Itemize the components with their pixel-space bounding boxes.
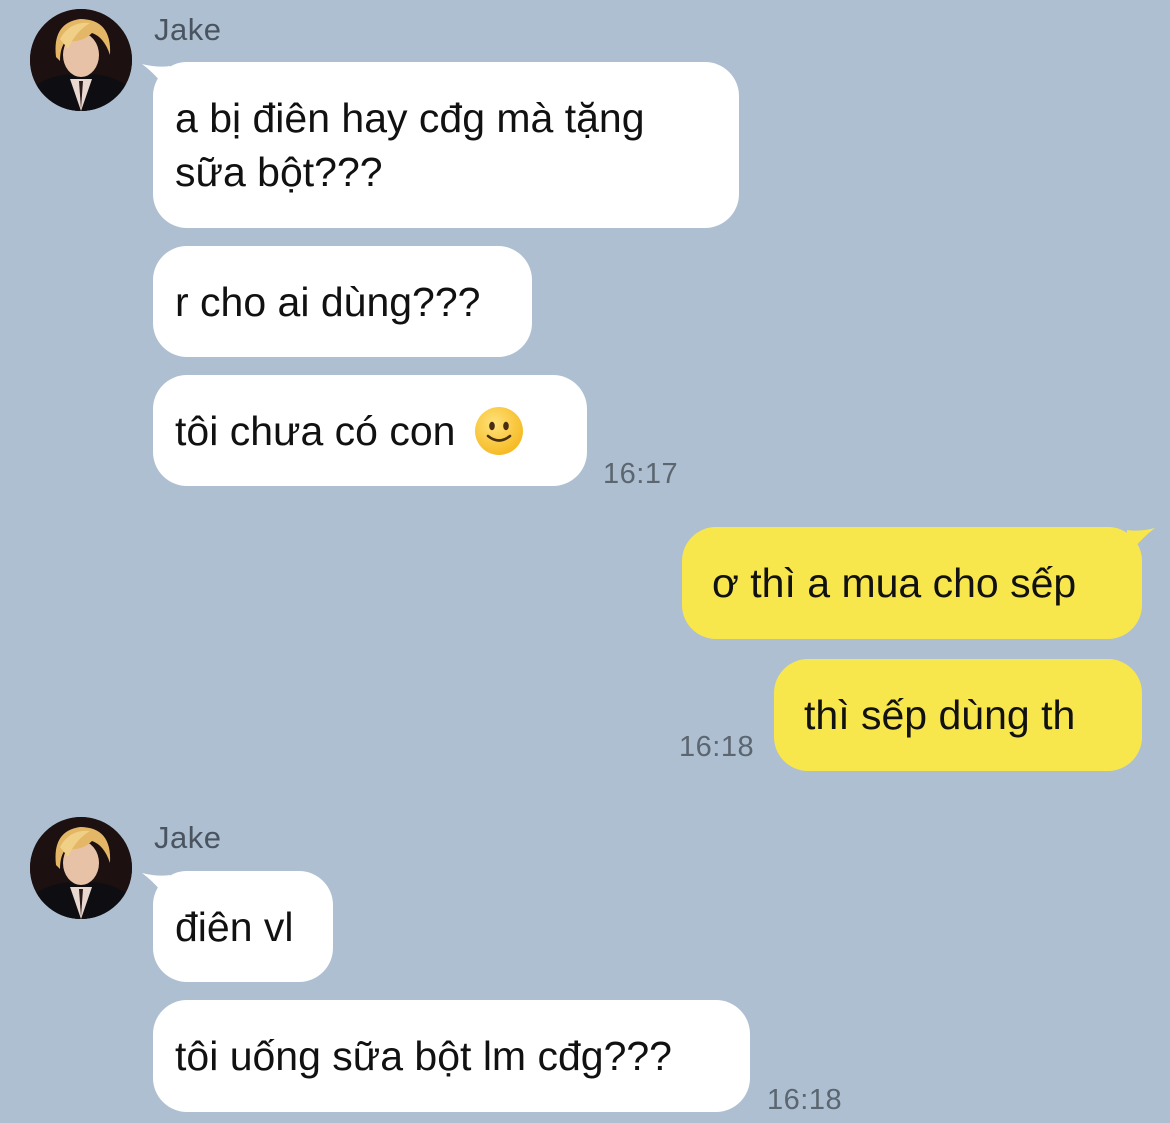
message-bubble-outgoing[interactable]: ơ thì a mua cho sếp <box>682 527 1142 639</box>
message-text: tôi uống sữa bột lm cđg??? <box>175 1033 672 1079</box>
sender-name: Jake <box>154 820 222 855</box>
message-text: a bị điên hay cđg mà tặng sữa bột??? <box>175 95 645 195</box>
avatar-portrait <box>30 9 132 111</box>
message-text: thì sếp dùng th <box>804 692 1076 738</box>
message-bubble-incoming[interactable]: r cho ai dùng??? <box>153 246 532 357</box>
sender-avatar[interactable] <box>30 9 132 111</box>
avatar-portrait <box>30 817 132 919</box>
message-text: tôi chưa có con <box>175 407 456 454</box>
message-text: r cho ai dùng??? <box>175 278 481 325</box>
message-text: điên vl <box>175 903 294 950</box>
message-bubble-incoming[interactable]: tôi chưa có con <box>153 375 587 486</box>
message-bubble-incoming[interactable]: điên vl <box>153 871 333 982</box>
message-text: ơ thì a mua cho sếp <box>712 560 1077 606</box>
sender-name: Jake <box>154 12 222 47</box>
message-timestamp: 16:18 <box>767 1084 843 1116</box>
sender-avatar[interactable] <box>30 817 132 919</box>
message-timestamp: 16:17 <box>603 458 679 490</box>
message-timestamp: 16:18 <box>679 731 755 763</box>
message-bubble-incoming[interactable]: a bị điên hay cđg mà tặng sữa bột??? <box>153 62 739 228</box>
slightly-smiling-face-icon <box>473 405 525 457</box>
message-bubble-outgoing[interactable]: thì sếp dùng th <box>774 659 1142 771</box>
message-bubble-incoming[interactable]: tôi uống sữa bột lm cđg??? <box>153 1000 750 1112</box>
